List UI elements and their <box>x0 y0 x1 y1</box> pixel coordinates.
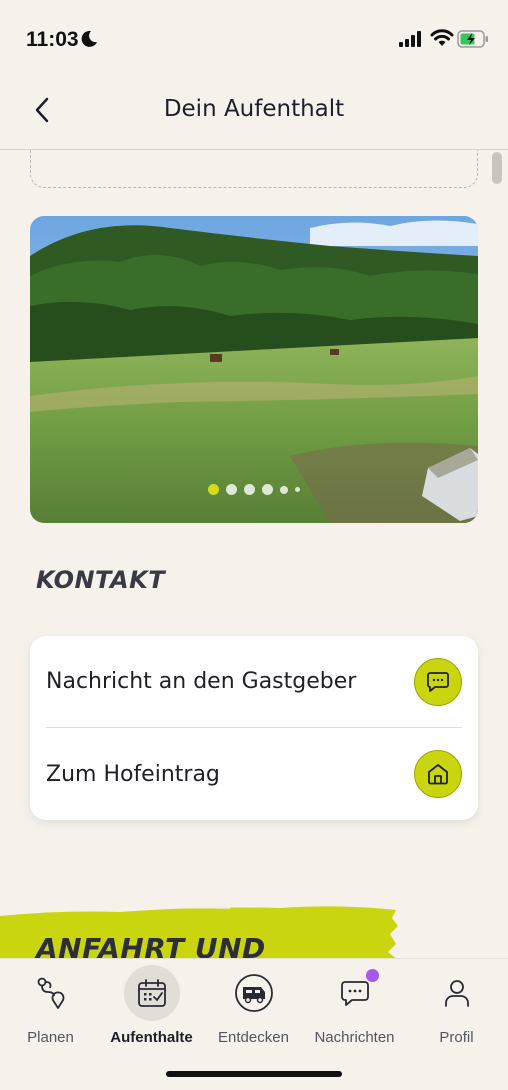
tab-planen[interactable]: Planen <box>0 959 101 1055</box>
tab-icon-wrap <box>23 965 79 1021</box>
carousel-dots[interactable] <box>30 484 478 495</box>
status-bar: 11:03 <box>0 0 508 80</box>
tab-label: Entdecken <box>218 1029 289 1046</box>
page-title: Dein Aufenthalt <box>163 96 345 122</box>
status-time: 11:03 <box>26 28 79 51</box>
contact-label: Nachricht an den Gastgeber <box>46 669 357 694</box>
tab-nachrichten[interactable]: Nachrichten <box>304 959 405 1055</box>
chat-icon <box>427 671 449 692</box>
scrollbar-thumb[interactable] <box>492 152 502 184</box>
carousel-dot[interactable] <box>295 487 300 492</box>
photo-carousel[interactable] <box>30 216 478 523</box>
home-icon <box>428 764 448 785</box>
section-title-kontakt: KONTAKT <box>36 566 166 594</box>
chat-button[interactable] <box>414 657 462 706</box>
farm-photo <box>30 216 478 523</box>
carousel-dot[interactable] <box>262 484 273 495</box>
tab-label: Profil <box>439 1029 474 1046</box>
tab-label: Nachrichten <box>314 1029 395 1046</box>
tab-icon-wrap <box>226 965 282 1021</box>
tab-label: Aufenthalte <box>110 1029 193 1046</box>
camper-icon <box>234 974 273 1012</box>
home-button[interactable] <box>414 750 462 798</box>
tab-aufenthalte[interactable]: Aufenthalte <box>101 959 202 1055</box>
tab-icon-wrap <box>327 965 383 1021</box>
tab-entdecken[interactable]: Entdecken <box>203 959 304 1055</box>
carousel-dot[interactable] <box>226 484 237 495</box>
message-host-row[interactable]: Nachricht an den Gastgeber <box>46 636 462 728</box>
tab-icon-wrap <box>123 965 180 1021</box>
carousel-dot[interactable] <box>208 484 219 495</box>
tab-label: Planen <box>27 1029 74 1046</box>
carousel-dot[interactable] <box>244 484 255 495</box>
person-icon <box>444 980 469 1007</box>
route-icon <box>37 977 64 1009</box>
farm-entry-row[interactable]: Zum Hofeintrag <box>46 728 462 820</box>
carousel-dot[interactable] <box>280 485 288 494</box>
nav-header: Dein Aufenthalt <box>0 80 508 150</box>
tab-icon-wrap <box>429 965 485 1021</box>
moon-icon <box>81 30 97 47</box>
wifi-icon <box>430 29 454 46</box>
chat-icon <box>340 981 369 1006</box>
battery-charging-icon <box>457 30 488 48</box>
tab-profil[interactable]: Profil <box>406 959 507 1055</box>
home-indicator[interactable] <box>166 1071 342 1077</box>
contact-card: Nachricht an den Gastgeber Zum Hofeintra… <box>30 636 478 820</box>
contact-label: Zum Hofeintrag <box>46 761 220 787</box>
notification-badge <box>365 969 379 982</box>
calendar-icon <box>137 979 166 1007</box>
signal-icon <box>399 31 421 47</box>
